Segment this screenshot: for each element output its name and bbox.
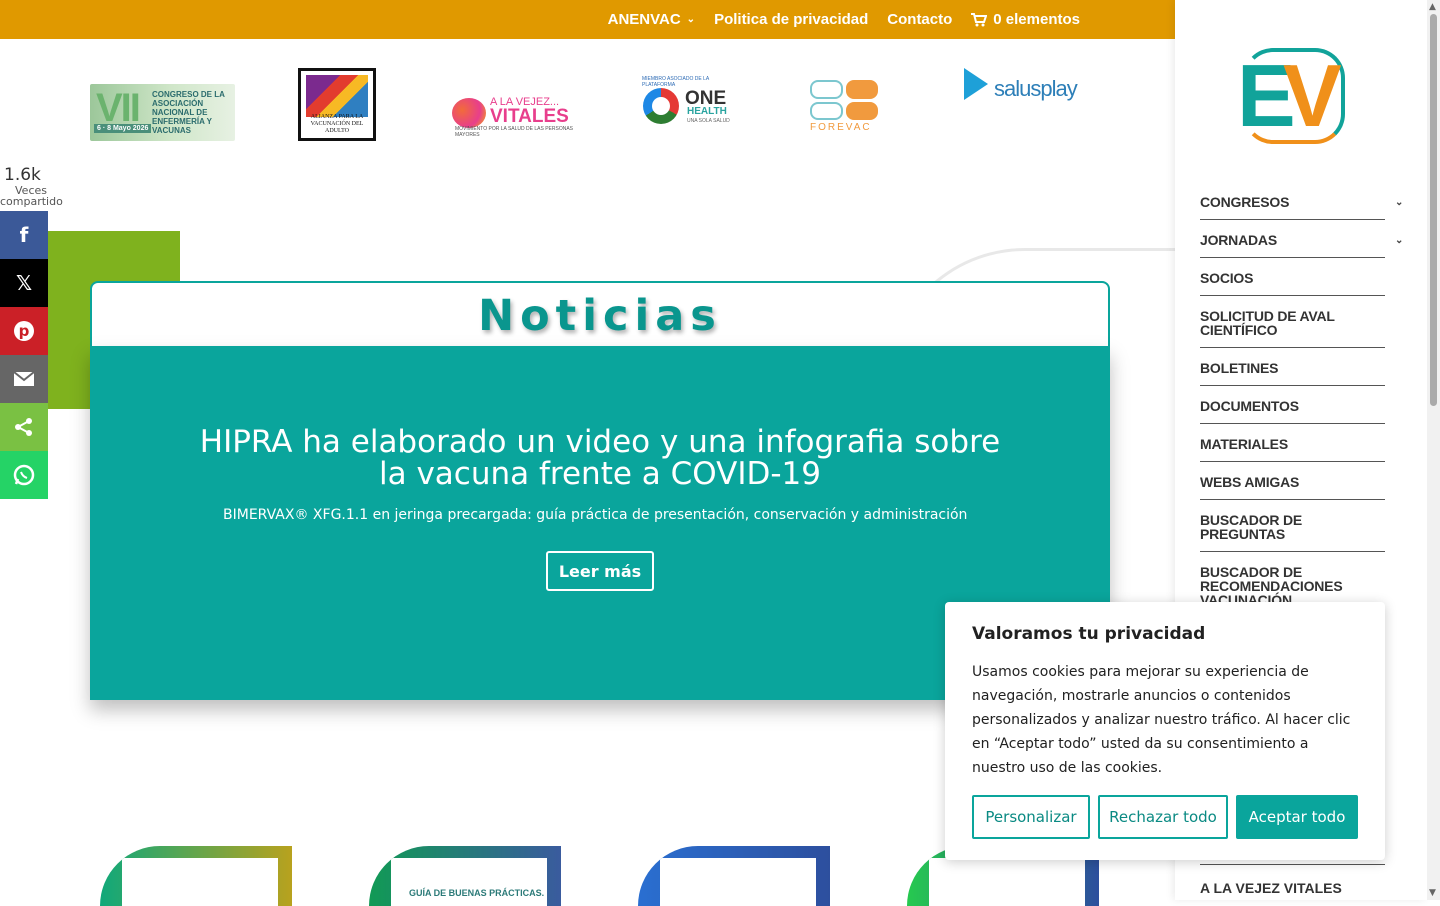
news-header: Noticias — [90, 281, 1110, 348]
sidebar-item-label: CONGRESOS — [1200, 194, 1290, 210]
sidebar-item-label: BOLETINES — [1200, 360, 1279, 376]
scrollbar-thumb[interactable] — [1430, 14, 1437, 406]
cart-icon — [971, 12, 988, 26]
sidebar-menu: CONGRESOS ⌄ JORNADAS ⌄ SOCIOS SOLICITUD DE… — [1200, 182, 1410, 608]
facebook-share-button[interactable]: f — [0, 211, 48, 259]
play-icon — [964, 68, 988, 100]
scroll-up-icon[interactable]: ▲ — [1429, 2, 1436, 12]
sidebar-item-label: BUSCADOR DE PREGUNTAS — [1200, 512, 1303, 542]
share-count-number: 1.6k — [4, 165, 41, 185]
vitales-logo-sub: MOVIMIENTO POR LA SALUD DE LAS PERSONAS … — [455, 126, 573, 138]
sidebar-item-label: A LA VEJEZ VITALES — [1200, 880, 1342, 896]
nav-anenvac-label: ANENVAC — [607, 11, 681, 28]
nav-privacy[interactable]: Politica de privacidad — [714, 11, 868, 28]
whatsapp-share-button[interactable] — [0, 451, 48, 499]
news-card[interactable]: GUÍA DE BUENAS PRÁCTICAS. — [369, 846, 561, 906]
top-nav: ANENVAC ⌄ Politica de privacidad Contact… — [608, 0, 1080, 39]
sidebar-item-socios[interactable]: SOCIOS — [1200, 258, 1385, 296]
sidebar-item-label: MATERIALES — [1200, 436, 1288, 452]
sidebar-item-jornadas[interactable]: JORNADAS ⌄ — [1200, 220, 1403, 258]
onehealth-logo-sub: UNA SOLA SALUD — [687, 118, 730, 124]
alianza-logo-text: ALIANZA PARA LA VACUNACIÓN DEL ADULTO — [310, 114, 364, 134]
nav-contact-label: Contacto — [887, 11, 953, 28]
news-card[interactable] — [100, 846, 292, 906]
x-share-button[interactable]: 𝕏 — [0, 259, 48, 307]
sidebar-item-webs-amigas[interactable]: WEBS AMIGAS — [1200, 462, 1385, 500]
onehealth-logo[interactable]: MIEMBRO ASOCIADO DE LA PLATAFORMA ONE HE… — [641, 76, 735, 126]
share-count: 1.6k Veces compartido — [0, 165, 64, 207]
read-more-button[interactable]: Leer más — [546, 551, 654, 591]
alianza-logo-mark — [306, 75, 368, 117]
sidebar-item-vejez-vitales[interactable]: A LA VEJEZ VITALES — [1200, 864, 1385, 896]
news-card-image — [122, 858, 278, 906]
nav-privacy-label: Politica de privacidad — [714, 11, 869, 28]
sidebar-item-buscador-preguntas[interactable]: BUSCADOR DE PREGUNTAS — [1200, 500, 1385, 552]
news-heading: Noticias — [478, 290, 722, 341]
news-card-image — [929, 858, 1085, 906]
email-share-button[interactable] — [0, 355, 48, 403]
cookie-consent-dialog: Valoramos tu privacidad Usamos cookies p… — [945, 602, 1385, 860]
news-card[interactable] — [638, 846, 830, 906]
forevac-logo-mark — [810, 80, 878, 120]
news-card-image — [391, 858, 547, 906]
svg-text:p: p — [19, 322, 30, 340]
scroll-down-icon[interactable]: ▼ — [1429, 888, 1436, 898]
sidebar-item-label: DOCUMENTOS — [1200, 398, 1299, 414]
pinterest-share-button[interactable]: p — [0, 307, 48, 355]
salusplay-logo-text: salusplay — [994, 76, 1078, 101]
accept-all-button[interactable]: Aceptar todo — [1236, 795, 1358, 839]
sidebar-item-boletines[interactable]: BOLETINES — [1200, 348, 1385, 386]
alianza-logo[interactable]: ALIANZA PARA LA VACUNACIÓN DEL ADULTO — [298, 68, 376, 141]
forevac-logo-text: FOREVAC — [810, 122, 872, 133]
cookie-title: Valoramos tu privacidad — [972, 624, 1206, 644]
chevron-down-icon: ⌄ — [686, 14, 696, 25]
reject-all-button[interactable]: Rechazar todo — [1098, 795, 1228, 839]
onehealth-circle-icon — [643, 88, 679, 124]
sidebar-item-documentos[interactable]: DOCUMENTOS — [1200, 386, 1385, 424]
sidebar-item-congresos[interactable]: CONGRESOS ⌄ — [1200, 182, 1403, 220]
forevac-logo[interactable]: FOREVAC — [808, 78, 880, 138]
onehealth-logo-health: HEALTH — [687, 106, 727, 117]
nav-cart[interactable]: 0 elementos — [971, 11, 1080, 28]
news-card-caption: GUÍA DE BUENAS PRÁCTICAS. — [409, 888, 545, 898]
cookie-text: Usamos cookies para mejorar su experienc… — [972, 664, 1351, 776]
x-icon: 𝕏 — [15, 271, 33, 295]
news-card-image — [660, 858, 816, 906]
salusplay-logo[interactable]: salusplay — [964, 68, 1078, 104]
share-count-label: Veces compartido — [0, 184, 63, 208]
chevron-down-icon[interactable]: ⌄ — [1395, 234, 1403, 248]
onehealth-logo-top: MIEMBRO ASOCIADO DE LA PLATAFORMA — [642, 76, 709, 88]
sidebar-item-buscador-recomendaciones[interactable]: BUSCADOR DE RECOMENDACIONES VACUNACIÓN — [1200, 552, 1385, 608]
sidebar-item-materiales[interactable]: MATERIALES — [1200, 424, 1385, 462]
facebook-icon: f — [19, 223, 29, 247]
sidebar-item-label: SOCIOS — [1200, 270, 1254, 286]
customize-button[interactable]: Personalizar — [972, 795, 1090, 839]
email-icon — [13, 371, 35, 386]
nav-anenvac[interactable]: ANENVAC ⌄ — [608, 11, 695, 28]
site-logo[interactable]: E V — [1237, 48, 1347, 150]
congress-logo[interactable]: VII CONGRESO DE LA ASOCIACIÓN NACIONAL D… — [90, 84, 235, 141]
top-bar: ANENVAC ⌄ Politica de privacidad Contact… — [0, 0, 1175, 39]
congress-logo-date: 6 · 8 Mayo 2026 — [94, 124, 152, 133]
sidebar-item-label: SOLICITUD DE AVAL CIENTÍFICO — [1200, 308, 1335, 338]
sidebar-item-aval[interactable]: SOLICITUD DE AVAL CIENTÍFICO — [1200, 296, 1385, 348]
heart-icon — [452, 98, 486, 128]
sidebar-item-label: WEBS AMIGAS — [1200, 474, 1300, 490]
chevron-down-icon[interactable]: ⌄ — [1395, 196, 1403, 210]
news-title[interactable]: HIPRA ha elaborado un video y una infogr… — [190, 426, 1010, 490]
vitales-logo[interactable]: A LA VEJEZ... VITALES MOVIMIENTO POR LA … — [452, 96, 577, 138]
nav-contact[interactable]: Contacto — [887, 11, 952, 28]
share-icon — [15, 418, 32, 436]
share-button[interactable] — [0, 403, 48, 451]
pinterest-icon: p — [14, 321, 34, 341]
news-subtitle: BIMERVAX® XFG.1.1 en jeringa precargada:… — [223, 507, 968, 523]
vitales-logo-v: VITALES — [490, 106, 569, 127]
congress-logo-text: CONGRESO DE LA ASOCIACIÓN NACIONAL DE EN… — [152, 90, 225, 135]
sidebar-item-label: JORNADAS — [1200, 232, 1277, 248]
whatsapp-icon — [13, 464, 35, 486]
site-logo-v: V — [1283, 46, 1342, 145]
page-scrollbar[interactable]: ▲ ▼ — [1427, 0, 1440, 900]
nav-cart-label: 0 elementos — [993, 11, 1080, 28]
